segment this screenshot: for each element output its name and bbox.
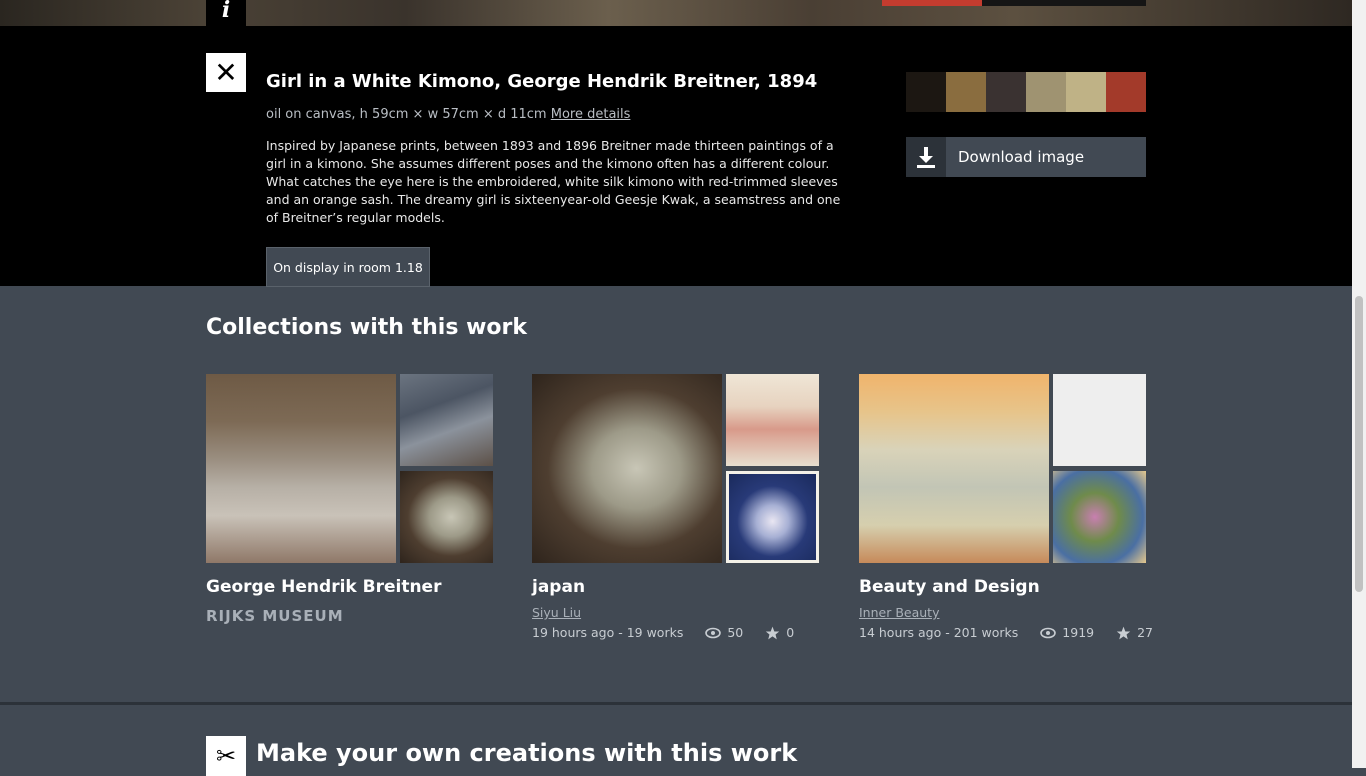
artwork-info-panel: ✕ Girl in a White Kimono, George Hendrik…	[0, 26, 1352, 287]
color-swatch[interactable]	[1106, 72, 1146, 112]
collection-thumbnails[interactable]	[206, 374, 493, 563]
collection-thumb-small[interactable]	[726, 471, 819, 563]
info-toggle-button[interactable]: i	[206, 0, 246, 26]
color-swatch[interactable]	[1026, 72, 1066, 112]
collection-name[interactable]: japan	[532, 577, 585, 597]
artwork-description: Inspired by Japanese prints, between 189…	[266, 138, 841, 225]
color-swatch[interactable]	[1066, 72, 1106, 112]
download-image-label: Download image	[958, 148, 1085, 166]
room-display-button[interactable]: On display in room 1.18	[266, 247, 430, 287]
collection-thumbnails[interactable]	[532, 374, 819, 563]
color-swatch[interactable]	[906, 72, 946, 112]
section-divider	[0, 702, 1352, 705]
collection-name[interactable]: Beauty and Design	[859, 577, 1040, 597]
scissors-glyph: ✂	[215, 742, 237, 770]
collection-thumb-small[interactable]	[1053, 471, 1146, 563]
info-icon: i	[221, 0, 231, 23]
collection-thumb-small[interactable]	[1053, 374, 1146, 466]
artwork-dimensions: oil on canvas, h 59cm × w 57cm × d 11cm	[266, 107, 547, 122]
collection-card[interactable]: George Hendrik Breitner RIJKS MUSEUM	[206, 374, 493, 625]
download-icon	[906, 137, 946, 177]
scrollbar-thumb[interactable]	[1355, 296, 1363, 592]
collection-thumbnails[interactable]	[859, 374, 1146, 563]
close-icon: ✕	[214, 56, 238, 89]
collection-thumb-small[interactable]	[726, 374, 819, 466]
download-image-button[interactable]: Download image	[906, 137, 1146, 177]
artwork-meta: oil on canvas, h 59cm × w 57cm × d 11cm …	[266, 107, 630, 122]
collection-thumb-small[interactable]	[400, 471, 493, 563]
collection-thumb-large[interactable]	[859, 374, 1049, 563]
scissors-icon: ✂	[206, 736, 246, 776]
more-details-link[interactable]: More details	[551, 107, 631, 122]
collections-heading: Collections with this work	[206, 315, 527, 340]
scrollbar[interactable]	[1352, 0, 1366, 768]
color-indicator-red	[882, 0, 982, 6]
view-count: 1919	[1062, 625, 1095, 640]
rijksmuseum-logo[interactable]: RIJKS MUSEUM	[206, 607, 344, 625]
view-count: 50	[727, 625, 744, 640]
close-info-button[interactable]: ✕	[206, 53, 246, 92]
creations-heading: Make your own creations with this work	[256, 739, 798, 767]
collection-thumb-small[interactable]	[400, 374, 493, 466]
artwork-title: Girl in a White Kimono, George Hendrik B…	[266, 71, 818, 92]
color-swatch[interactable]	[986, 72, 1026, 112]
collection-card[interactable]: japan Siyu Liu 19 hours ago - 19 works 5…	[532, 374, 819, 640]
star-count: 27	[1137, 625, 1154, 640]
color-indicator-dark	[982, 0, 1146, 6]
collection-card[interactable]: Beauty and Design Inner Beauty 14 hours …	[859, 374, 1153, 640]
artwork-image-strip[interactable]	[0, 0, 1352, 26]
collection-meta: 19 hours ago - 19 works	[532, 625, 684, 640]
star-count: 0	[786, 625, 795, 640]
star-icon	[1116, 626, 1131, 639]
collection-stats: 14 hours ago - 201 works 1919 27	[859, 625, 1153, 640]
star-icon	[766, 626, 780, 639]
collection-thumb-large[interactable]	[532, 374, 722, 563]
collection-name[interactable]: George Hendrik Breitner	[206, 577, 441, 597]
color-swatches	[906, 72, 1146, 112]
collection-owner-link[interactable]: Inner Beauty	[859, 605, 939, 620]
eye-icon	[705, 627, 722, 638]
collection-stats: 19 hours ago - 19 works 50 0	[532, 625, 794, 640]
color-swatch[interactable]	[946, 72, 986, 112]
collection-owner-link[interactable]: Siyu Liu	[532, 605, 581, 620]
collection-meta: 14 hours ago - 201 works	[859, 625, 1019, 640]
collection-thumb-large[interactable]	[206, 374, 396, 563]
eye-icon	[1040, 627, 1057, 638]
